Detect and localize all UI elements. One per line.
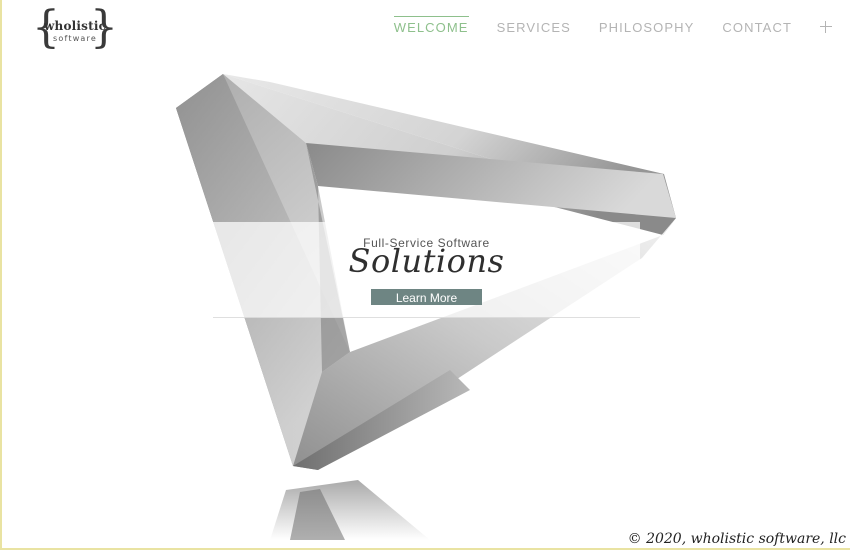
learn-more-button[interactable]: Learn More bbox=[371, 289, 482, 305]
nav-item-philosophy[interactable]: PHILOSOPHY bbox=[599, 20, 695, 35]
right-brace-glyph: } bbox=[90, 2, 118, 53]
main-nav: WELCOME SERVICES PHILOSOPHY CONTACT bbox=[366, 15, 832, 37]
footer-copyright: © 2020, wholistic software, llc bbox=[627, 531, 846, 547]
brand-logo[interactable]: { wholistic software } bbox=[32, 4, 118, 54]
hero-headline: Solutions bbox=[348, 242, 505, 280]
nav-item-contact[interactable]: CONTACT bbox=[722, 20, 792, 35]
plus-icon[interactable] bbox=[820, 21, 832, 33]
nav-item-services[interactable]: SERVICES bbox=[497, 20, 571, 35]
hero-caption-panel: Full-Service Software Solutions Learn Mo… bbox=[213, 222, 640, 318]
nav-item-welcome[interactable]: WELCOME bbox=[393, 15, 469, 35]
hero-section: Full-Service Software Solutions Learn Mo… bbox=[0, 0, 850, 550]
